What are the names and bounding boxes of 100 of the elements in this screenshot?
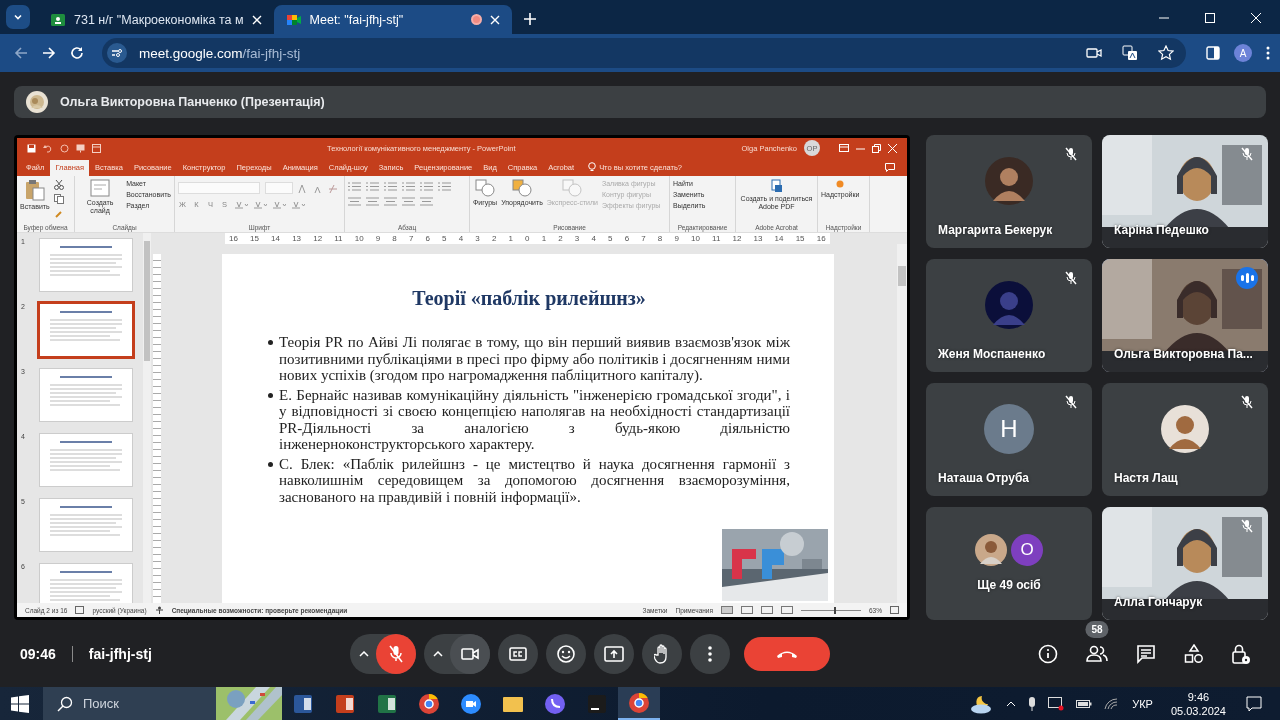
participant-name: Ще 49 осіб xyxy=(976,578,1042,592)
participant-name: Наташа Отруба xyxy=(938,471,1030,485)
mic-off-icon xyxy=(388,644,403,663)
address-bar[interactable]: meet.google.com/fai-jfhj-stj xyxy=(102,38,1186,68)
view-icon[interactable] xyxy=(741,606,753,614)
horizontal-ruler: 16 15 14 13 12 11 10 9 8 7 6 5 4 3 2 1 0 1 2 3 4 5 6 7 8 9 10 11 12 13 14 15 16 xyxy=(225,233,830,244)
list-icon[interactable] xyxy=(384,182,397,191)
list-icon[interactable] xyxy=(402,182,415,191)
present-screen-icon xyxy=(603,645,624,662)
camera-icon xyxy=(460,646,479,661)
chrome-app-icon[interactable] xyxy=(618,687,660,720)
maximize-icon[interactable] xyxy=(1204,12,1216,24)
browser-tab[interactable]: Meet: "fai-jfhj-stj" xyxy=(273,5,513,34)
slide-title: Теорії «паблік рилейшнз» xyxy=(411,287,647,310)
copy-icon[interactable] xyxy=(53,194,64,204)
wifi-icon[interactable] xyxy=(1104,697,1119,710)
battery-icon[interactable] xyxy=(1076,698,1093,709)
font-size-field[interactable] xyxy=(265,182,293,194)
list-icon[interactable] xyxy=(420,182,433,191)
hand-icon xyxy=(653,643,670,664)
lock-icon[interactable] xyxy=(1232,642,1250,665)
align-icon[interactable] xyxy=(402,197,415,206)
list-icon[interactable] xyxy=(366,182,379,191)
undo-icon[interactable] xyxy=(43,143,53,153)
captions-icon xyxy=(508,646,527,661)
save-icon[interactable] xyxy=(27,143,36,153)
bullet-text: С. Блек: «Паблік рилейшнз - це мистецтво й наука досягнення гармонії з навколишнім середовищем за допомогою досягнення взаєморозуміння, заснованого на правдивій і повній інформації». xyxy=(279,455,790,505)
close-icon[interactable] xyxy=(1250,12,1262,24)
ribbon-display-icon[interactable] xyxy=(839,144,849,152)
new-slide-icon xyxy=(90,179,111,197)
site-settings-icon[interactable] xyxy=(107,43,127,63)
scrollbar[interactable] xyxy=(143,233,151,603)
add-ins-icon xyxy=(835,179,846,189)
list-icon[interactable] xyxy=(438,182,451,191)
more-icon[interactable] xyxy=(1266,46,1270,60)
screen-share-icon[interactable] xyxy=(1048,696,1065,711)
cut-icon[interactable] xyxy=(53,180,64,190)
presentation-icon[interactable] xyxy=(76,143,85,153)
align-icon[interactable] xyxy=(384,197,397,206)
url-text: meet.google.com/fai-jfhj-stj xyxy=(139,45,301,61)
comments-icon[interactable] xyxy=(885,163,895,172)
profile-avatar[interactable]: A xyxy=(1234,44,1252,62)
initial-avatar: О xyxy=(1011,533,1043,566)
side-panel-icon[interactable] xyxy=(1206,46,1220,60)
microphone-icon[interactable] xyxy=(1028,696,1037,711)
notifications-icon[interactable] xyxy=(1246,695,1262,712)
system-clock[interactable]: 9:46 05.03.2024 xyxy=(1170,689,1226,718)
participant-name: Ольга Викторовна Па... xyxy=(1114,347,1253,361)
search-field[interactable]: Поиск xyxy=(43,687,216,720)
activities-icon[interactable] xyxy=(1184,643,1204,664)
shapes-icon xyxy=(511,179,532,197)
bookmark-star-icon[interactable] xyxy=(1158,45,1174,61)
new-tab-icon[interactable] xyxy=(524,13,537,25)
restore-icon[interactable] xyxy=(872,143,881,153)
browser-tab[interactable]: 731 н/г "Макроекономіка та м xyxy=(38,5,274,34)
caret-icon[interactable] xyxy=(432,650,443,657)
participant-name: Алла Гончарук xyxy=(1114,595,1203,609)
list-icon[interactable] xyxy=(348,182,361,191)
windows-start-icon[interactable] xyxy=(11,694,29,713)
layout-icon[interactable] xyxy=(92,143,101,153)
spellcheck-icon[interactable] xyxy=(75,606,85,614)
tab-search-button[interactable] xyxy=(6,5,30,29)
close-icon[interactable] xyxy=(490,14,501,25)
camera-icon[interactable] xyxy=(1086,46,1102,60)
close-icon[interactable] xyxy=(251,14,262,25)
format-painter-icon[interactable] xyxy=(53,208,64,218)
paste-icon xyxy=(24,179,45,201)
presenter-name: Ольга Викторовна Панченко (Презентація) xyxy=(60,95,325,109)
accessibility-icon[interactable] xyxy=(154,606,164,614)
align-icon[interactable] xyxy=(420,197,433,206)
meeting-code: fai-jfhj-stj xyxy=(88,645,152,662)
initial-avatar: Н xyxy=(984,403,1034,454)
pdf-icon xyxy=(770,179,783,193)
info-icon[interactable] xyxy=(1038,643,1058,664)
align-icon[interactable] xyxy=(348,197,361,206)
chat-icon[interactable] xyxy=(1136,643,1156,664)
forward-icon[interactable] xyxy=(42,46,56,60)
slide-thumbnail[interactable] xyxy=(39,303,133,357)
view-icon[interactable] xyxy=(721,606,733,614)
align-icon[interactable] xyxy=(366,197,379,206)
leave-call-button[interactable] xyxy=(743,636,830,671)
font-name-field[interactable] xyxy=(178,182,260,194)
scrollbar[interactable] xyxy=(897,244,907,603)
microphone-button[interactable] xyxy=(375,633,416,674)
bullet-icon xyxy=(268,340,273,345)
participant-name: Маргарита Бекерук xyxy=(938,223,1053,237)
participant-count: 58 xyxy=(1085,620,1109,638)
chevron-up-icon[interactable] xyxy=(1006,700,1017,707)
caret-icon[interactable] xyxy=(358,650,369,657)
view-icon[interactable] xyxy=(761,606,773,614)
view-icon[interactable] xyxy=(781,606,793,614)
reload-icon[interactable] xyxy=(70,46,84,60)
classroom-icon xyxy=(50,11,66,28)
fit-slide-icon[interactable] xyxy=(890,606,899,614)
input-language[interactable]: УКР xyxy=(1132,697,1153,710)
camera-button[interactable] xyxy=(449,633,490,674)
translate-icon[interactable] xyxy=(1122,45,1138,61)
people-icon[interactable] xyxy=(1086,644,1108,663)
shapes-icon xyxy=(475,179,496,197)
back-icon[interactable] xyxy=(14,46,28,60)
